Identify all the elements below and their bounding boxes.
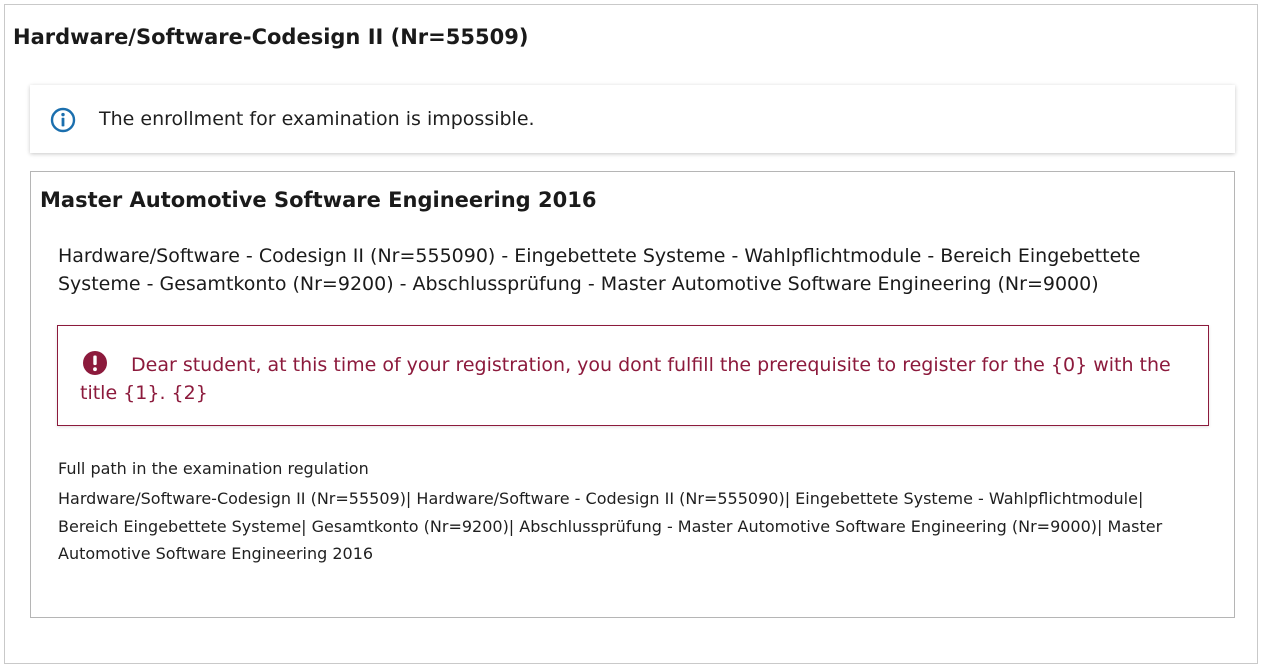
module-path: Hardware/Software - Codesign II (Nr=5550… [58, 245, 1141, 295]
full-path-label: Full path in the examination regulation [58, 459, 369, 478]
page-title: Hardware/Software-Codesign II (Nr=55509) [13, 25, 529, 49]
exam-detail-panel: Hardware/Software-Codesign II (Nr=55509)… [4, 4, 1258, 664]
program-section: Master Automotive Software Engineering 2… [30, 171, 1235, 618]
info-circle-icon [50, 107, 76, 133]
info-message-text: The enrollment for examination is imposs… [99, 108, 535, 130]
full-path-value: Hardware/Software-Codesign II (Nr=55509)… [58, 489, 1163, 563]
error-message-text: Dear student, at this time of your regis… [80, 354, 1171, 404]
program-title: Master Automotive Software Engineering 2… [40, 188, 597, 212]
error-message-box: Dear student, at this time of your regis… [57, 325, 1209, 426]
info-message-box: The enrollment for examination is imposs… [30, 85, 1235, 153]
